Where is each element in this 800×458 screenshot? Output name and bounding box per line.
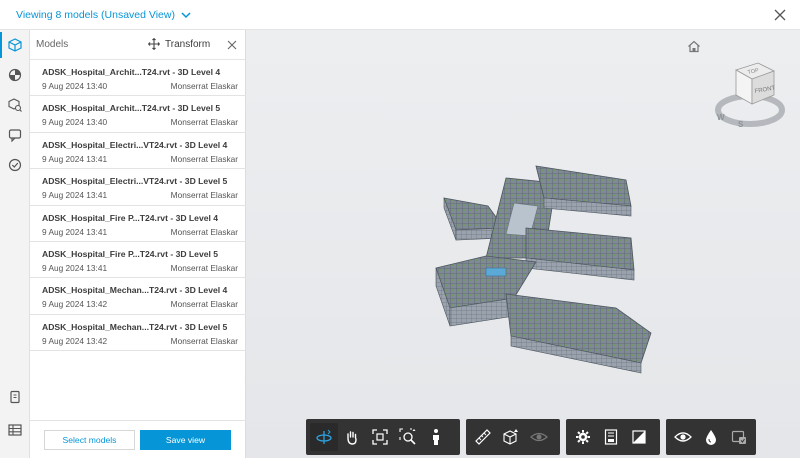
side-rail [0,30,30,458]
model-date: 9 Aug 2024 13:41 [42,190,108,201]
close-icon[interactable] [772,7,788,23]
model-browser-icon [604,429,618,445]
model-name: ADSK_Hospital_Electri...VT24.rvt - 3D Le… [42,176,228,187]
list-item[interactable]: ADSK_Hospital_Fire P...T24.rvt - 3D Leve… [30,206,246,242]
model-date: 9 Aug 2024 13:42 [42,299,108,310]
visibility-icon [674,432,692,442]
panel-footer: Select models Save view [30,420,246,458]
list-item[interactable]: ADSK_Hospital_Mechan...T24.rvt - 3D Leve… [30,278,246,315]
model-author: Monserrat Elaskar [170,262,238,273]
visibility-toolbar [666,419,756,455]
list-item[interactable]: ADSK_Hospital_Archit...T24.rvt - 3D Leve… [30,60,246,97]
transform-button[interactable]: Transform [148,38,210,50]
model-viewer[interactable]: TOP FRONT W S [246,30,800,458]
fit-to-view-icon [372,429,388,445]
markup-button[interactable] [725,423,753,451]
view-selector[interactable]: Viewing 8 models (Unsaved View) [16,9,191,21]
fit-to-view-button[interactable] [366,423,394,451]
top-bar: Viewing 8 models (Unsaved View) [0,0,800,30]
settings-toolbar [566,419,660,455]
section-box-icon [503,429,518,445]
properties-button[interactable] [697,423,725,451]
list-item[interactable]: ADSK_Hospital_Mechan...T24.rvt - 3D Leve… [30,315,246,352]
model-date: 9 Aug 2024 13:41 [42,262,108,273]
orbit-icon [316,429,332,444]
model-author: Monserrat Elaskar [170,299,238,310]
measure-icon [475,429,491,445]
models-list: ADSK_Hospital_Archit...T24.rvt - 3D Leve… [30,60,246,352]
model-date: 9 Aug 2024 13:41 [42,226,108,237]
zoom-window-button[interactable] [394,423,422,451]
fullscreen-button[interactable] [625,423,653,451]
model-date: 9 Aug 2024 13:40 [42,117,108,128]
model-date: 9 Aug 2024 13:41 [42,153,108,164]
settings-icon [576,430,590,444]
model-author: Monserrat Elaskar [170,81,238,91]
model-name: ADSK_Hospital_Fire P...T24.rvt - 3D Leve… [42,248,219,259]
issues-icon[interactable] [7,127,23,143]
model-author: Monserrat Elaskar [170,190,238,201]
markup-icon [731,430,746,444]
select-models-button[interactable]: Select models [44,430,135,450]
model-name: ADSK_Hospital_Archit...T24.rvt - 3D Leve… [42,67,221,77]
models-icon[interactable] [7,37,23,53]
active-indicator [0,32,2,58]
transform-label: Transform [165,38,211,50]
panel-close-icon[interactable] [227,40,237,50]
model-name: ADSK_Hospital_Fire P...T24.rvt - 3D Leve… [42,212,219,223]
pan-icon [347,431,357,445]
viewcube[interactable]: TOP FRONT W S [712,60,792,132]
model-date: 9 Aug 2024 13:42 [42,335,108,346]
list-item[interactable]: ADSK_Hospital_Electri...VT24.rvt - 3D Le… [30,133,246,170]
panel-header: Models Transform [30,30,245,60]
hospital-model-render [435,165,652,374]
orbit-button[interactable] [310,423,338,451]
home-icon[interactable] [687,40,701,53]
move-icon [148,38,160,50]
panel-title: Models [36,39,69,50]
measure-button[interactable] [469,423,497,451]
chevron-down-icon [181,11,191,18]
explode-button[interactable] [525,423,553,451]
model-name: ADSK_Hospital_Archit...T24.rvt - 3D Leve… [42,103,221,114]
fullscreen-icon [632,430,646,444]
objects-icon[interactable] [7,97,23,113]
navigation-toolbar [306,419,460,455]
appearance-icon[interactable] [7,67,23,83]
settings-button[interactable] [569,423,597,451]
view-title: Viewing 8 models (Unsaved View) [16,8,175,21]
compass-west-label: W [717,113,725,122]
model-name: ADSK_Hospital_Mechan...T24.rvt - 3D Leve… [42,321,228,332]
visibility-button[interactable] [669,423,697,451]
first-person-icon [433,429,439,445]
section-box-button[interactable] [497,423,525,451]
zoom-window-icon [399,428,416,445]
model-author: Monserrat Elaskar [170,226,238,237]
list-item[interactable]: ADSK_Hospital_Archit...T24.rvt - 3D Leve… [30,96,246,133]
checklist-icon[interactable] [7,157,23,173]
table-icon[interactable] [7,422,23,438]
list-item[interactable]: ADSK_Hospital_Electri...VT24.rvt - 3D Le… [30,169,246,206]
pan-button[interactable] [338,423,366,451]
model-name: ADSK_Hospital_Electri...VT24.rvt - 3D Le… [42,139,228,150]
list-item[interactable]: ADSK_Hospital_Fire P...T24.rvt - 3D Leve… [30,242,246,279]
first-person-button[interactable] [422,423,450,451]
model-name: ADSK_Hospital_Mechan...T24.rvt - 3D Leve… [42,285,228,296]
properties-icon [706,430,716,445]
save-view-button[interactable]: Save view [140,430,231,450]
compass-south-label: S [738,120,744,129]
model-author: Monserrat Elaskar [170,117,238,128]
model-date: 9 Aug 2024 13:40 [42,81,108,91]
model-browser-button[interactable] [597,423,625,451]
explode-icon [530,432,548,442]
sheets-icon[interactable] [7,389,23,405]
models-panel: Models Transform ADSK_Hospital_Archit...… [30,30,246,458]
model-author: Monserrat Elaskar [170,335,238,346]
model-author: Monserrat Elaskar [170,153,238,164]
inspect-toolbar [466,419,560,455]
